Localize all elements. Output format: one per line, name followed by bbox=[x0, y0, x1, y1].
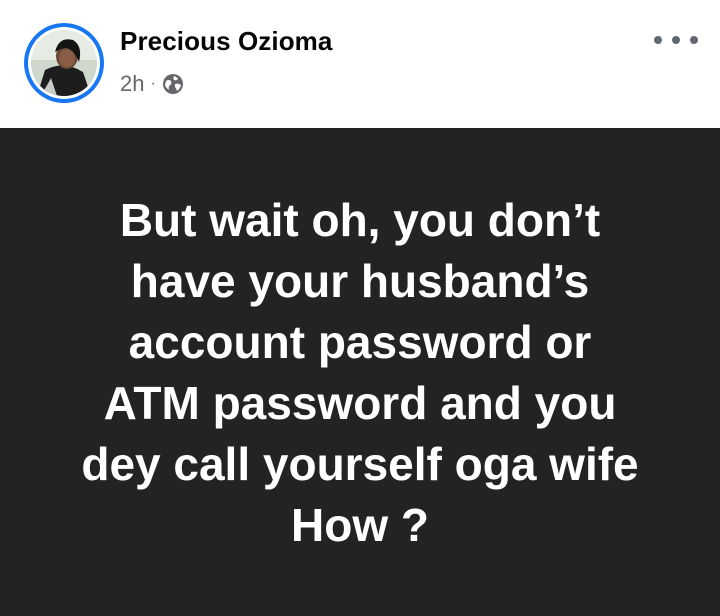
post-text-line: How ? bbox=[291, 499, 429, 551]
globe-icon bbox=[162, 73, 184, 95]
more-horizontal-icon bbox=[654, 36, 662, 44]
post-text-line: But wait oh, you don’t bbox=[119, 194, 601, 246]
more-options-button[interactable] bbox=[654, 28, 698, 52]
post-body: But wait oh, you don’t have your husband… bbox=[0, 128, 720, 616]
post-text: But wait oh, you don’t have your husband… bbox=[0, 190, 720, 556]
author-name[interactable]: Precious Ozioma bbox=[120, 26, 332, 57]
post-text-line: dey call yourself oga wife bbox=[81, 438, 639, 490]
post-header: Precious Ozioma 2h · bbox=[0, 0, 720, 128]
facebook-post: Precious Ozioma 2h · But wait oh, you do… bbox=[0, 0, 720, 616]
post-text-line: have your husband’s bbox=[130, 255, 590, 307]
post-text-line: ATM password and you bbox=[103, 377, 617, 429]
meta-separator: · bbox=[150, 75, 156, 92]
avatar-photo bbox=[31, 30, 97, 96]
post-meta: 2h · bbox=[120, 70, 184, 98]
post-text-line: account password or bbox=[128, 316, 592, 368]
avatar[interactable] bbox=[24, 23, 104, 103]
post-timestamp[interactable]: 2h bbox=[120, 71, 144, 97]
